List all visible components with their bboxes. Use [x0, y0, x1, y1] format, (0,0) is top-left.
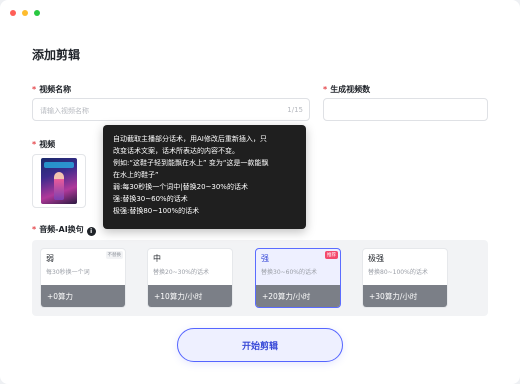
- option-desc: 替换30~60%的话术: [261, 269, 317, 276]
- option-cost: +0算力: [41, 285, 125, 307]
- required-mark: *: [323, 85, 328, 94]
- video-name-counter: 1/15: [287, 106, 303, 114]
- video-name-label: * 视频名称: [32, 85, 72, 94]
- tooltip-line: 自动截取主播部分话术，用AI修改后重新插入，只: [113, 135, 267, 143]
- option-cost: +10算力/小时: [148, 285, 232, 307]
- required-mark: *: [32, 140, 37, 149]
- video-preview-image: [41, 158, 77, 204]
- option-medium[interactable]: 中 替换20~30%的话术 +10算力/小时: [147, 248, 233, 308]
- required-mark: *: [32, 225, 37, 234]
- close-window-button[interactable]: [10, 10, 16, 16]
- option-cost: +20算力/小时: [256, 285, 340, 307]
- required-mark: *: [32, 85, 37, 94]
- audio-label: * 音频-AI换句 i: [32, 224, 96, 236]
- option-desc: 每30秒换一个词: [46, 269, 90, 276]
- tooltip-line: 弱:每30秒换一个词中|替换20~30%的话术: [113, 183, 248, 191]
- start-edit-button[interactable]: 开始剪辑: [177, 328, 343, 362]
- generate-count-input[interactable]: [323, 98, 488, 121]
- video-name-placeholder: 请输入视频名称: [40, 107, 89, 115]
- tooltip-line: 极强:替换80~100%的话术: [113, 207, 200, 215]
- option-cost: +30算力/小时: [363, 285, 447, 307]
- tooltip-line: 改变话术文案，话术所表达的内容不变。: [113, 147, 239, 155]
- page-title: 添加剪辑: [32, 48, 81, 62]
- recommend-badge: 推荐: [325, 251, 338, 259]
- rewrite-strength-options: 弱 不替换 每30秒换一个词 +0算力 中 替换20~30%的话术 +10算力/…: [32, 240, 488, 316]
- minimize-window-button[interactable]: [22, 10, 28, 16]
- generate-count-label: * 生成视频数: [323, 85, 371, 94]
- option-name: 弱: [46, 254, 54, 263]
- tooltip-line: 在水上的鞋子”: [113, 171, 159, 179]
- option-desc: 替换20~30%的话术: [153, 269, 209, 276]
- option-badge: 不替换: [105, 251, 123, 259]
- rewrite-help-tooltip: 自动截取主播部分话术，用AI修改后重新插入，只 改变话术文案，话术所表达的内容不…: [103, 125, 306, 229]
- maximize-window-button[interactable]: [34, 10, 40, 16]
- window-controls: [10, 10, 40, 16]
- video-label: * 视频: [32, 140, 56, 149]
- option-name: 极强: [368, 254, 384, 263]
- option-desc: 替换80~100%的话术: [368, 269, 428, 276]
- option-name: 中: [153, 254, 161, 263]
- option-weak[interactable]: 弱 不替换 每30秒换一个词 +0算力: [40, 248, 126, 308]
- tooltip-line: 例如:“这鞋子轻到能飘在水上” 变为“这是一款能飘: [113, 159, 269, 167]
- option-very-strong[interactable]: 极强 替换80~100%的话术 +30算力/小时: [362, 248, 448, 308]
- video-thumbnail[interactable]: [32, 154, 86, 208]
- option-name: 强: [261, 254, 269, 263]
- tooltip-line: 强:替换30~60%的话术: [113, 195, 188, 203]
- video-name-input[interactable]: 请输入视频名称 1/15: [32, 98, 310, 121]
- info-icon[interactable]: i: [86, 227, 96, 236]
- option-strong[interactable]: 强 推荐 替换30~60%的话术 +20算力/小时: [255, 248, 341, 308]
- app-window: 添加剪辑 * 视频名称 请输入视频名称 1/15 * 生成视频数 * 视频 * 音频-A…: [0, 0, 520, 384]
